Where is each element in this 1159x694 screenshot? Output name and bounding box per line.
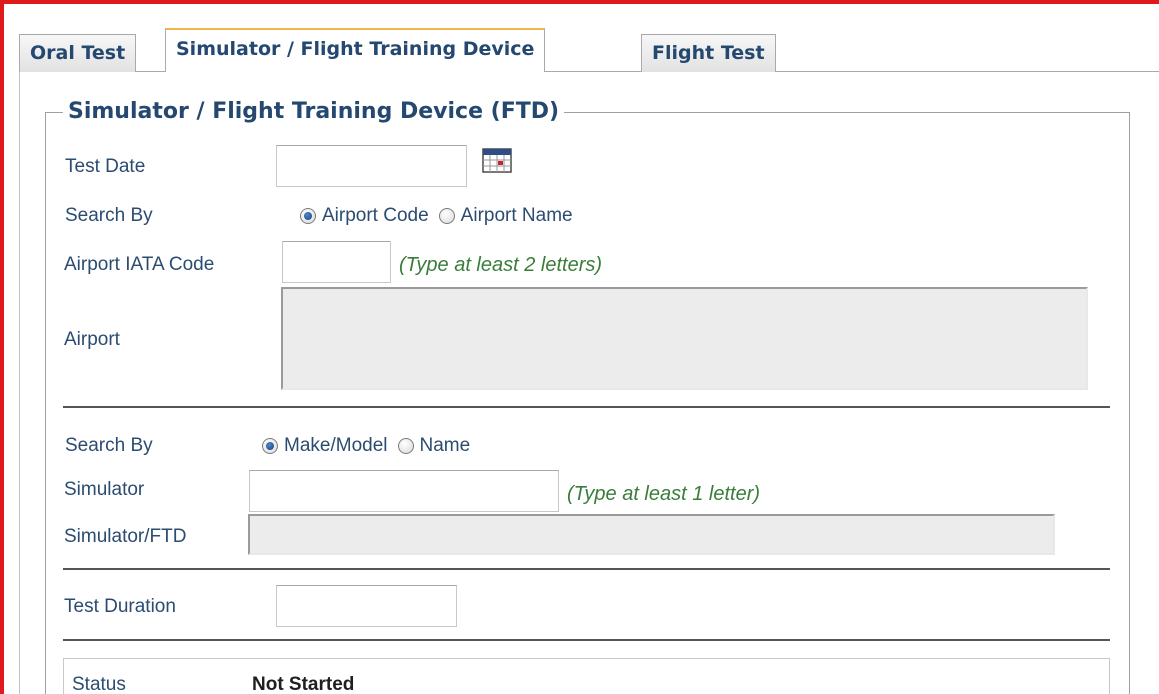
test-duration-input[interactable] (276, 585, 457, 627)
simulator-fieldset (45, 112, 1130, 694)
status-value: Not Started (252, 674, 355, 694)
airport-code-radio-label[interactable]: Airport Code (322, 205, 429, 227)
window-frame-top (0, 0, 1159, 4)
fieldset-legend: Simulator / Flight Training Device (FTD) (63, 97, 565, 127)
simulator-ftd-select[interactable] (248, 514, 1055, 555)
tab-oral-test[interactable]: Oral Test (19, 34, 137, 72)
status-box (63, 658, 1110, 694)
airport-iata-input[interactable] (282, 241, 391, 283)
make-model-radio[interactable] (262, 438, 278, 454)
airport-code-radio[interactable] (300, 208, 316, 224)
airport-search-by-label: Search By (65, 205, 153, 226)
tab-flight-test[interactable]: Flight Test (641, 34, 776, 72)
simulator-search-radio-group: Make/Model Name (262, 434, 480, 458)
airport-select[interactable] (281, 287, 1088, 390)
tab-panel-left-border (19, 71, 20, 694)
section-separator (63, 406, 1110, 408)
airport-name-radio[interactable] (438, 208, 455, 224)
airport-iata-hint: (Type at least 2 letters) (399, 254, 603, 276)
page: Oral Test Simulator / Flight Training De… (0, 0, 1159, 694)
test-date-label: Test Date (65, 156, 146, 177)
simulator-hint: (Type at least 1 letter) (567, 483, 761, 505)
name-radio-label[interactable]: Name (420, 435, 471, 457)
test-duration-label: Test Duration (64, 596, 176, 617)
tab-simulator-ftd[interactable]: Simulator / Flight Training Device (165, 28, 546, 72)
tab-label: Oral Test (30, 42, 126, 64)
simulator-label: Simulator (64, 479, 145, 500)
airport-label: Airport (64, 329, 120, 350)
airport-name-radio-label[interactable]: Airport Name (461, 205, 573, 227)
calendar-icon[interactable] (482, 147, 512, 173)
name-radio[interactable] (397, 438, 414, 454)
tab-label: Flight Test (652, 42, 765, 64)
simulator-input[interactable] (249, 470, 559, 512)
section-separator (63, 639, 1110, 641)
section-separator (63, 568, 1110, 570)
simulator-search-by-label: Search By (65, 435, 153, 456)
airport-search-radio-group: Airport Code Airport Name (300, 204, 583, 228)
airport-iata-label: Airport IATA Code (64, 254, 215, 275)
make-model-radio-label[interactable]: Make/Model (284, 435, 388, 457)
status-label: Status (72, 674, 126, 694)
simulator-ftd-label: Simulator/FTD (64, 526, 187, 547)
window-frame-left (0, 0, 4, 694)
test-date-input[interactable] (276, 145, 467, 187)
tab-label: Simulator / Flight Training Device (176, 38, 535, 60)
